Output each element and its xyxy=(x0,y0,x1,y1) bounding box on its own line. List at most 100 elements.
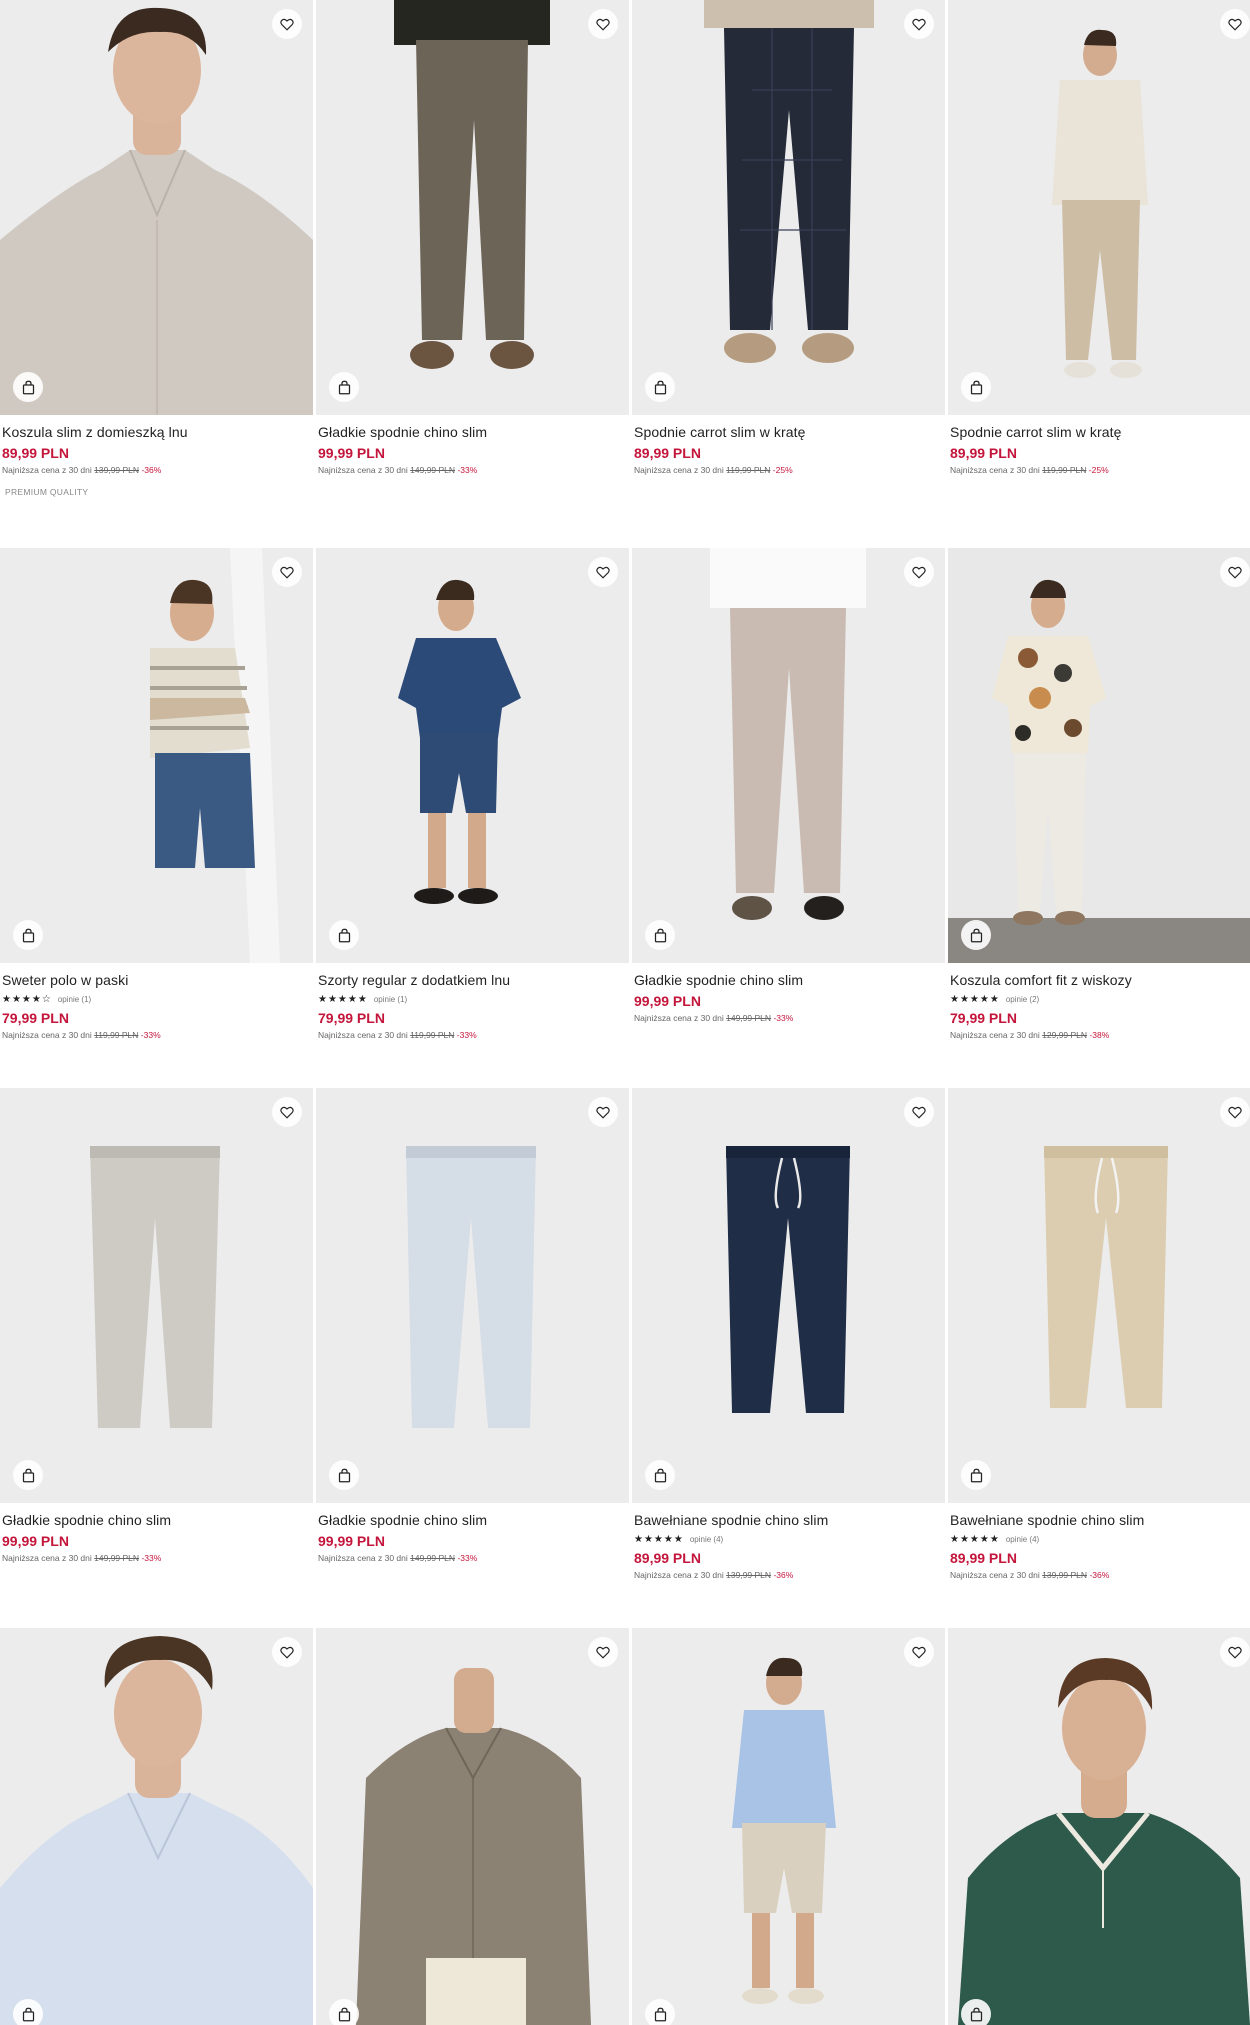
product-name[interactable]: Koszula slim z domieszką lnu xyxy=(2,423,311,441)
product-image[interactable] xyxy=(948,548,1250,963)
product-card[interactable]: Gładkie spodnie chino slim 99,99 PLN Naj… xyxy=(316,1088,629,1563)
product-name[interactable]: Gładkie spodnie chino slim xyxy=(2,1511,311,1529)
product-card[interactable] xyxy=(632,1628,945,2025)
old-price: 119,99 PLN xyxy=(726,465,771,475)
product-card[interactable]: Bawełniane spodnie chino slim ★★★★★ opini… xyxy=(632,1088,945,1580)
product-image[interactable] xyxy=(948,1088,1250,1503)
product-card[interactable] xyxy=(316,1628,629,2025)
product-price: 99,99 PLN xyxy=(318,1533,385,1549)
heart-icon xyxy=(280,566,294,579)
product-name[interactable]: Bawełniane spodnie chino slim xyxy=(634,1511,943,1529)
add-to-wishlist-button[interactable] xyxy=(1220,1637,1250,1667)
lowest-price-label: Najniższa cena z 30 dni xyxy=(950,1030,1040,1040)
add-to-wishlist-button[interactable] xyxy=(588,1097,618,1127)
lowest-price-label: Najniższa cena z 30 dni xyxy=(634,1013,724,1023)
add-to-cart-button[interactable] xyxy=(13,1460,43,1490)
product-name[interactable]: Gładkie spodnie chino slim xyxy=(634,971,943,989)
product-image[interactable] xyxy=(0,1088,313,1503)
product-card[interactable]: Spodnie carrot slim w kratę 89,99 PLN Na… xyxy=(948,0,1250,475)
product-image[interactable] xyxy=(948,0,1250,415)
shopping-bag-icon xyxy=(970,1468,982,1482)
add-to-cart-button[interactable] xyxy=(13,1999,43,2025)
add-to-wishlist-button[interactable] xyxy=(904,1637,934,1667)
product-name[interactable]: Koszula comfort fit z wiskozy xyxy=(950,971,1250,989)
add-to-cart-button[interactable] xyxy=(329,920,359,950)
add-to-cart-button[interactable] xyxy=(645,372,675,402)
add-to-wishlist-button[interactable] xyxy=(588,1637,618,1667)
reviews-count[interactable]: opinie (1) xyxy=(58,995,91,1004)
reviews-count[interactable]: opinie (4) xyxy=(690,1535,723,1544)
add-to-cart-button[interactable] xyxy=(961,920,991,950)
add-to-cart-button[interactable] xyxy=(961,1460,991,1490)
product-name[interactable]: Bawełniane spodnie chino slim xyxy=(950,1511,1250,1529)
reviews-count[interactable]: opinie (2) xyxy=(1006,995,1039,1004)
add-to-cart-button[interactable] xyxy=(645,920,675,950)
add-to-wishlist-button[interactable] xyxy=(272,9,302,39)
product-photo-shorts-outfit xyxy=(316,548,629,963)
add-to-wishlist-button[interactable] xyxy=(904,557,934,587)
product-image[interactable] xyxy=(632,548,945,963)
old-price: 149,99 PLN xyxy=(410,1553,456,1563)
lowest-price-info: Najniższa cena z 30 dni 139,99 PLN -36% xyxy=(950,1570,1250,1580)
add-to-wishlist-button[interactable] xyxy=(1220,1097,1250,1127)
lowest-price-info: Najniższa cena z 30 dni 149,99 PLN -33% xyxy=(2,1553,311,1563)
product-card[interactable]: Szorty regular z dodatkiem lnu ★★★★★ opin… xyxy=(316,548,629,1040)
add-to-wishlist-button[interactable] xyxy=(1220,9,1250,39)
product-card[interactable]: Koszula slim z domieszką lnu 89,99 PLN N… xyxy=(0,0,313,497)
product-image[interactable] xyxy=(632,0,945,415)
product-price: 79,99 PLN xyxy=(318,1010,385,1026)
product-name[interactable]: Spodnie carrot slim w kratę xyxy=(950,423,1250,441)
add-to-wishlist-button[interactable] xyxy=(272,1097,302,1127)
rating-stars: ★★★★★ xyxy=(950,1533,1000,1545)
shopping-bag-icon xyxy=(654,928,666,942)
add-to-cart-button[interactable] xyxy=(13,920,43,950)
add-to-wishlist-button[interactable] xyxy=(272,557,302,587)
product-card[interactable]: Gładkie spodnie chino slim 99,99 PLN Naj… xyxy=(0,1088,313,1563)
add-to-wishlist-button[interactable] xyxy=(904,9,934,39)
product-image[interactable] xyxy=(0,548,313,963)
discount: -36% xyxy=(141,465,162,475)
product-name[interactable]: Sweter polo w paski xyxy=(2,971,311,989)
product-image[interactable] xyxy=(948,1628,1250,2025)
add-to-wishlist-button[interactable] xyxy=(904,1097,934,1127)
add-to-wishlist-button[interactable] xyxy=(588,9,618,39)
product-image[interactable] xyxy=(0,1628,313,2025)
product-image[interactable] xyxy=(316,0,629,415)
product-name[interactable]: Spodnie carrot slim w kratę xyxy=(634,423,943,441)
add-to-cart-button[interactable] xyxy=(13,372,43,402)
product-info: Sweter polo w paski ★★★★☆ opinie (1) 79,9… xyxy=(0,963,313,1040)
product-card[interactable] xyxy=(948,1628,1250,2025)
discount: -38% xyxy=(1089,1030,1110,1040)
add-to-cart-button[interactable] xyxy=(645,1460,675,1490)
product-card[interactable] xyxy=(0,1628,313,2025)
product-card[interactable]: Sweter polo w paski ★★★★☆ opinie (1) 79,9… xyxy=(0,548,313,1040)
product-card[interactable]: Bawełniane spodnie chino slim ★★★★★ opini… xyxy=(948,1088,1250,1580)
product-image[interactable] xyxy=(632,1088,945,1503)
shopping-bag-icon xyxy=(338,2007,350,2021)
add-to-cart-button[interactable] xyxy=(961,372,991,402)
product-image[interactable] xyxy=(316,1088,629,1503)
add-to-cart-button[interactable] xyxy=(329,372,359,402)
product-image[interactable] xyxy=(632,1628,945,2025)
product-card[interactable]: Koszula comfort fit z wiskozy ★★★★★ opini… xyxy=(948,548,1250,1040)
reviews-count[interactable]: opinie (1) xyxy=(374,995,407,1004)
add-to-wishlist-button[interactable] xyxy=(1220,557,1250,587)
product-card[interactable]: Spodnie carrot slim w kratę 89,99 PLN Na… xyxy=(632,0,945,475)
add-to-wishlist-button[interactable] xyxy=(272,1637,302,1667)
product-name[interactable]: Gładkie spodnie chino slim xyxy=(318,423,627,441)
product-name[interactable]: Gładkie spodnie chino slim xyxy=(318,1511,627,1529)
add-to-wishlist-button[interactable] xyxy=(588,557,618,587)
add-to-cart-button[interactable] xyxy=(329,1999,359,2025)
product-image[interactable] xyxy=(316,548,629,963)
add-to-cart-button[interactable] xyxy=(961,1999,991,2025)
old-price: 119,99 PLN xyxy=(94,1030,139,1040)
product-card[interactable]: Gładkie spodnie chino slim 99,99 PLN Naj… xyxy=(632,548,945,1023)
product-image[interactable] xyxy=(0,0,313,415)
product-name[interactable]: Szorty regular z dodatkiem lnu xyxy=(318,971,627,989)
product-image[interactable] xyxy=(316,1628,629,2025)
add-to-cart-button[interactable] xyxy=(645,1999,675,2025)
add-to-cart-button[interactable] xyxy=(329,1460,359,1490)
lowest-price-label: Najniższa cena z 30 dni xyxy=(950,1570,1040,1580)
reviews-count[interactable]: opinie (4) xyxy=(1006,1535,1039,1544)
product-card[interactable]: Gładkie spodnie chino slim 99,99 PLN Naj… xyxy=(316,0,629,475)
